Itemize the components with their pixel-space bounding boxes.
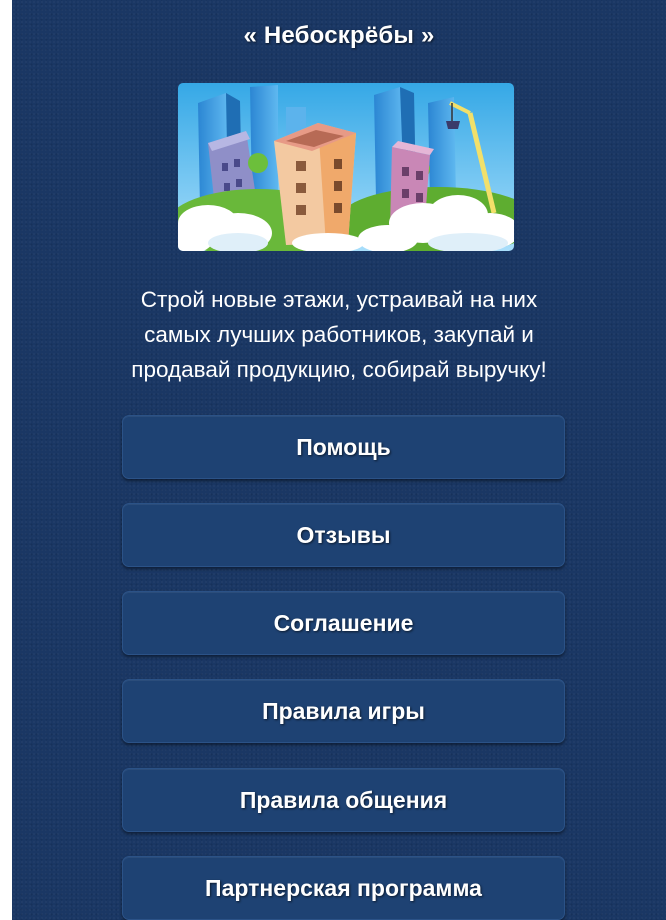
game-title: « Небоскрёбы »	[243, 22, 435, 49]
game-info-screen: « Небоскрёбы » Строй новые этажи, устраи…	[12, 0, 666, 920]
game-description: Строй новые этажи, устраивай на них самы…	[12, 282, 666, 387]
game-rules-button-label: Правила игры	[262, 697, 425, 724]
affiliate-program-button[interactable]: Партнерская программа	[122, 856, 565, 920]
description-line: продавай продукцию, собирай выручку!	[131, 357, 547, 382]
agreement-button-label: Соглашение	[273, 609, 414, 636]
description-line: Строй новые этажи, устраивай на них	[140, 287, 538, 312]
help-button-label: Помощь	[296, 433, 391, 460]
help-button[interactable]: Помощь	[122, 415, 565, 479]
chat-rules-button[interactable]: Правила общения	[122, 768, 565, 832]
description-line: самых лучших работников, закупай и	[144, 322, 534, 347]
game-logo-image	[178, 83, 514, 251]
agreement-button[interactable]: Соглашение	[122, 591, 565, 655]
game-rules-button[interactable]: Правила игры	[122, 679, 565, 743]
affiliate-program-button-label: Партнерская программа	[205, 874, 482, 901]
reviews-button-label: Отзывы	[296, 521, 391, 548]
reviews-button[interactable]: Отзывы	[122, 503, 565, 567]
chat-rules-button-label: Правила общения	[239, 786, 448, 813]
